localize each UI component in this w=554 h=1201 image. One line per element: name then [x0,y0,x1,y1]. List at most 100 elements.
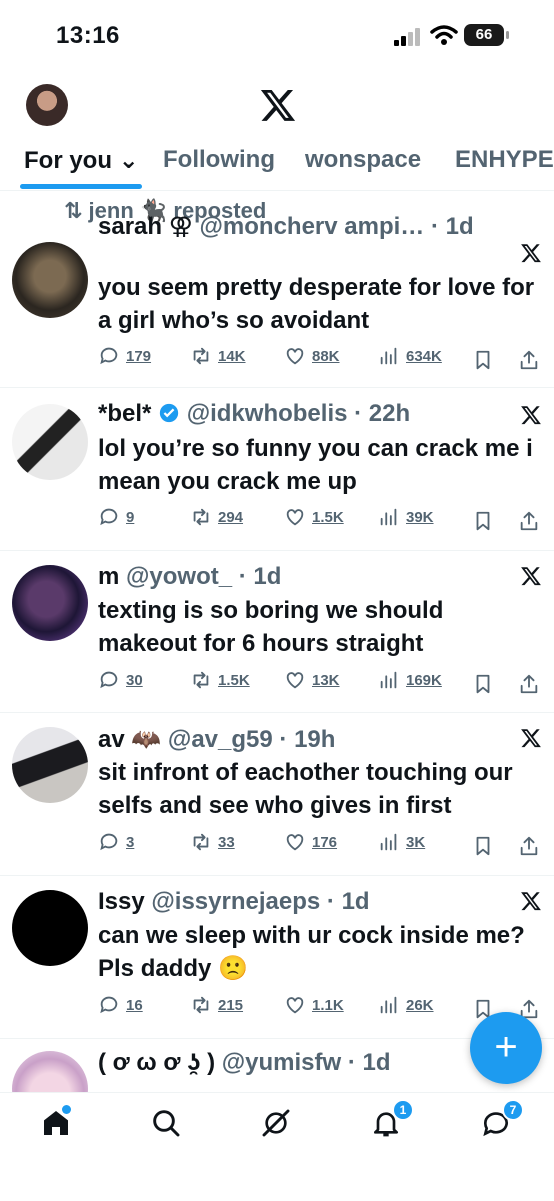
author-handle[interactable]: @yowot_ [126,563,232,590]
share-icon[interactable] [518,349,540,371]
like-button[interactable]: 1.5K [284,506,344,528]
like-button[interactable]: 13K [284,669,340,691]
author-name[interactable]: sarah ⚢ [98,213,193,240]
views-button[interactable]: 26K [378,994,434,1016]
like-button[interactable]: 176 [284,831,337,853]
post[interactable]: *bel* @idkwhobelis · 22h lol you’re so f… [0,388,554,551]
views-button[interactable]: 3K [378,831,425,853]
author-name[interactable]: av 🦇 [98,726,161,753]
post-actions: 179 14K 88K 634K [98,345,544,375]
views-button[interactable]: 39K [378,506,434,528]
post-time: · 1d [238,563,282,590]
x-logo-icon [521,406,541,425]
bookmark-icon[interactable] [472,835,494,857]
profile-avatar[interactable] [26,84,68,126]
post-time: · 1d [326,888,370,915]
repost-button[interactable]: 33 [190,831,235,853]
nav-grok[interactable] [260,1107,296,1143]
repost-count: 14K [218,347,246,365]
avatar[interactable] [12,727,88,803]
x-logo-icon [521,567,541,586]
battery-indicator: 66 [464,24,509,46]
repost-count: 1.5K [218,671,250,689]
bookmark-icon[interactable] [472,349,494,371]
post-time: · 22h [354,400,411,427]
author-handle[interactable]: @issyrnejaeps [151,888,320,915]
share-icon[interactable] [518,673,540,695]
compose-button[interactable]: + [470,1012,542,1084]
author-name[interactable]: Issy [98,888,145,915]
post-header: ( ơ ω ơ ʖ̯ ) @yumisfw · 1d [98,1049,391,1077]
share-icon[interactable] [518,835,540,857]
post-actions: 9 294 1.5K 39K [98,506,544,536]
repost-button[interactable]: 1.5K [190,669,250,691]
author-handle[interactable]: @av_g59 [168,726,273,753]
new-posts-dot [62,1105,71,1114]
reply-count: 179 [126,347,152,365]
nav-messages[interactable]: 7 [480,1099,524,1143]
repost-button[interactable]: 14K [190,345,246,367]
x-logo-icon [521,244,541,263]
reply-count: 3 [126,833,135,851]
nav-search[interactable] [150,1107,186,1143]
views-icon [380,347,397,365]
reply-button[interactable]: 179 [98,345,151,367]
bookmark-icon[interactable] [472,673,494,695]
plus-icon: + [494,1025,518,1069]
post-actions: 3 33 176 3K [98,831,544,861]
reply-button[interactable]: 3 [98,831,134,853]
views-icon [380,996,397,1014]
verified-badge-icon [159,403,179,423]
reply-icon [100,508,118,526]
heart-icon [286,997,304,1014]
heart-icon [286,348,304,365]
reply-icon [100,833,118,851]
avatar[interactable] [12,565,88,641]
reply-button[interactable]: 9 [98,506,134,528]
repost-icon [193,833,209,851]
reply-button[interactable]: 30 [98,669,143,691]
views-button[interactable]: 169K [378,669,442,691]
author-handle[interactable]: @yumisfw [222,1049,341,1076]
like-count: 1.1K [312,996,344,1014]
view-count: 3K [406,833,426,851]
like-count: 88K [312,347,340,365]
messages-badge: 7 [502,1099,524,1121]
repost-count: 215 [218,996,244,1014]
views-icon [380,508,397,526]
reply-icon [100,347,118,365]
reply-count: 9 [126,508,135,526]
view-count: 634K [406,347,442,365]
tab-for-you[interactable]: For you ⌄ [24,146,139,175]
nav-notifications[interactable]: 1 [370,1099,414,1143]
post-time: · 1d [430,213,474,240]
post-text: sit infront of eachother touching our se… [98,759,513,819]
author-handle[interactable]: @idkwhobelis [187,400,348,427]
share-icon[interactable] [518,510,540,532]
author-name[interactable]: *bel* [98,400,151,427]
repost-button[interactable]: 294 [190,506,243,528]
avatar[interactable] [12,890,88,966]
repost-button[interactable]: 215 [190,994,243,1016]
x-logo-icon [521,892,541,911]
reply-button[interactable]: 16 [98,994,143,1016]
post-time: · 1d [347,1049,391,1076]
tab-enhypen[interactable]: ENHYPEN [455,146,554,174]
author-name[interactable]: m [98,563,119,590]
nav-home[interactable] [40,1105,76,1143]
views-button[interactable]: 634K [378,345,442,367]
like-count: 1.5K [312,508,344,526]
avatar[interactable] [12,242,88,318]
post[interactable]: av 🦇 @av_g59 · 19h sit infront of eachot… [0,713,554,876]
like-button[interactable]: 88K [284,345,340,367]
tab-following[interactable]: Following [163,146,275,174]
post[interactable]: m @yowot_ · 1d texting is so boring we s… [0,551,554,713]
like-button[interactable]: 1.1K [284,994,344,1016]
x-logo-icon[interactable] [259,86,297,124]
bookmark-icon[interactable] [472,510,494,532]
post[interactable]: ⇅ jenn 🐈‍⬛ reposted sarah ⚢ @moncherv am… [0,192,554,388]
author-name[interactable]: ( ơ ω ơ ʖ̯ ) [98,1049,215,1076]
avatar[interactable] [12,404,88,480]
author-handle[interactable]: @moncherv ampi… [200,213,425,240]
tab-wonspace[interactable]: wonspace [305,146,421,174]
